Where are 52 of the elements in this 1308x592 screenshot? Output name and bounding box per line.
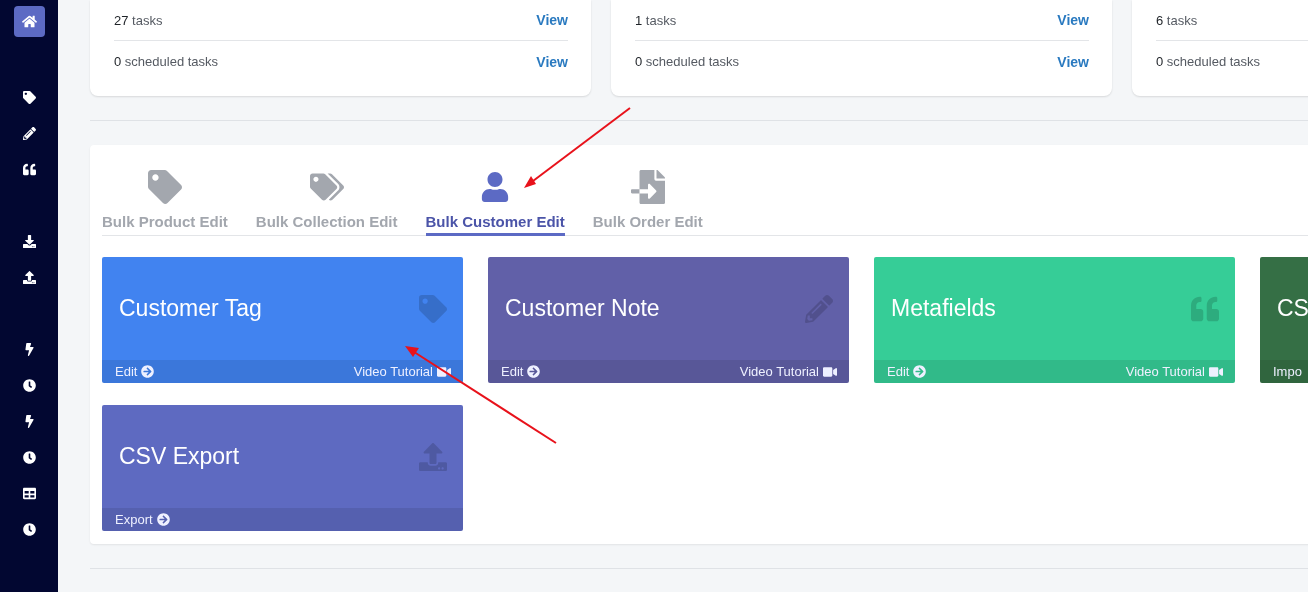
tab[interactable]: Bulk Collection Edit: [255, 170, 398, 236]
video-camera-icon: [823, 364, 837, 379]
video-camera-icon: [1209, 364, 1223, 379]
task-count: 1 tasks: [635, 12, 677, 28]
import-icon: [630, 170, 665, 204]
user-icon: [480, 172, 511, 202]
tile-title: CS: [1277, 295, 1308, 322]
tag-icon: [22, 91, 36, 104]
tag-icon: [147, 170, 182, 204]
tag-icon: [419, 294, 447, 323]
pencil-icon: [22, 127, 36, 140]
feature-tile[interactable]: Customer Note Edit Video Tutorial: [488, 257, 849, 383]
task-count: 6 tasks: [1156, 12, 1198, 28]
quote-icon: [22, 163, 36, 176]
sidebar-item[interactable]: [13, 6, 45, 37]
clock-icon: [22, 379, 36, 392]
feature-tile[interactable]: CS Impo: [1260, 257, 1308, 383]
bolt-icon: [22, 343, 36, 356]
bolt-icon: [22, 415, 36, 428]
video-tutorial-link[interactable]: Video Tutorial: [353, 364, 451, 379]
quote-icon: [1191, 294, 1219, 323]
view-link[interactable]: View: [1057, 53, 1089, 70]
tags-icon: [309, 170, 344, 204]
home-icon: [21, 14, 37, 29]
task-count: 27 tasks: [114, 12, 163, 28]
feature-tile[interactable]: CSV Export Export: [102, 405, 463, 531]
video-camera-icon: [437, 364, 451, 379]
upload-icon: [22, 271, 36, 284]
feature-tile[interactable]: Customer Tag Edit Video Tutorial: [102, 257, 463, 383]
tile-title: Metafields: [891, 295, 996, 322]
table-icon: [22, 487, 36, 500]
tile-title: Customer Note: [505, 295, 660, 322]
tile-action-link[interactable]: Edit: [501, 364, 541, 379]
view-link[interactable]: View: [536, 12, 568, 28]
tile-action-link[interactable]: Export: [115, 512, 170, 527]
video-tutorial-link[interactable]: Video Tutorial: [739, 364, 837, 379]
download-icon: [22, 235, 36, 248]
view-link[interactable]: View: [536, 53, 568, 70]
tab[interactable]: Bulk Product Edit: [102, 170, 228, 236]
task-count: 0 scheduled tasks: [635, 54, 740, 69]
task-count: 0 scheduled tasks: [114, 54, 219, 69]
clock-icon: [22, 523, 36, 536]
pencil-icon: [805, 294, 833, 323]
task-count: 0 scheduled tasks: [1156, 54, 1261, 69]
tab[interactable]: Bulk Customer Edit: [425, 170, 565, 236]
tab[interactable]: Bulk Order Edit: [592, 170, 703, 236]
view-link[interactable]: View: [1057, 12, 1089, 28]
tile-title: CSV Export: [119, 443, 240, 470]
tile-action-link[interactable]: Edit: [115, 364, 155, 379]
upload-icon: [419, 442, 447, 471]
clock-icon: [22, 451, 36, 464]
tile-title: Customer Tag: [119, 295, 262, 322]
